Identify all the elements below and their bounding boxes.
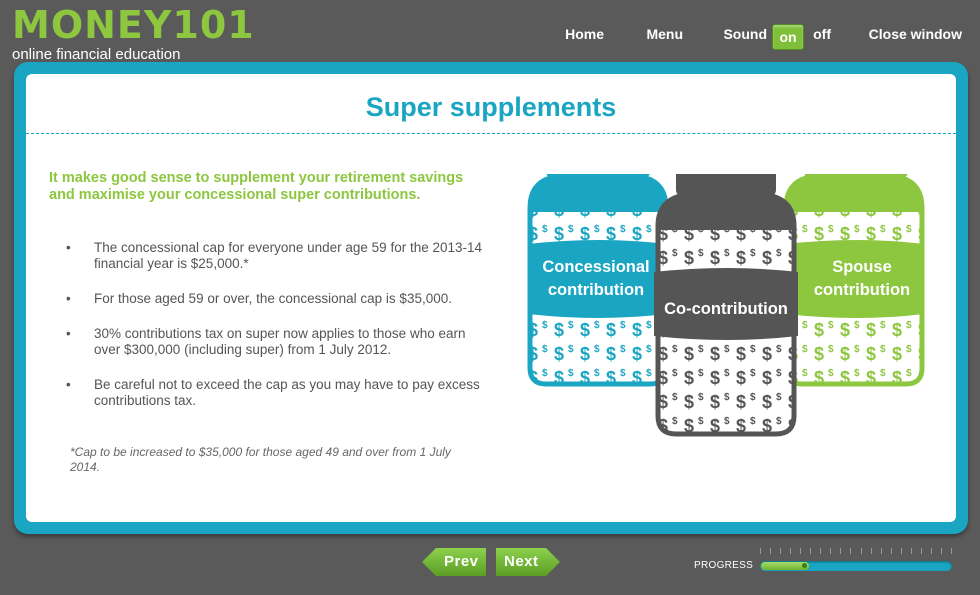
progress-tick — [861, 548, 862, 554]
jar-label-line1: Spouse — [832, 258, 892, 276]
list-item: • For those aged 59 or over, the concess… — [66, 291, 486, 307]
progress-label: PROGRESS — [694, 560, 754, 571]
progress-tick — [881, 548, 882, 554]
progress-tick — [850, 548, 851, 554]
next-button[interactable]: Next — [496, 548, 560, 576]
progress-knob — [802, 563, 807, 568]
list-item: • Be careful not to exceed the cap as yo… — [66, 377, 486, 409]
progress-tick — [790, 548, 791, 554]
list-item: • 30% contributions tax on super now app… — [66, 326, 486, 358]
bullet-text: The concessional cap for everyone under … — [94, 240, 483, 271]
progress-tick — [941, 548, 942, 554]
bullet-text: Be careful not to exceed the cap as you … — [94, 377, 480, 408]
progress-bar — [760, 561, 952, 571]
progress-tick — [820, 548, 821, 554]
bullet-text: For those aged 59 or over, the concessio… — [94, 291, 452, 306]
bullet-marker: • — [66, 240, 71, 255]
progress-tick — [951, 548, 952, 554]
money101-logo: MONEY101 online financial education — [12, 6, 255, 63]
progress-tick — [800, 548, 801, 554]
list-item: • The concessional cap for everyone unde… — [66, 240, 486, 272]
contribution-jars-illustration: $ $ $ $ $ $ Concessional contri — [527, 174, 925, 437]
content-frame: Super supplements It makes good sense to… — [14, 62, 968, 534]
jar-label-line2: contribution — [548, 281, 644, 299]
title-divider — [26, 133, 956, 134]
bullet-marker: • — [66, 291, 71, 306]
intro-text: It makes good sense to supplement your r… — [49, 170, 464, 203]
jar-label-line1: Co-contribution — [664, 300, 788, 318]
bullet-list: • The concessional cap for everyone unde… — [66, 240, 486, 428]
bullet-marker: • — [66, 326, 71, 341]
jar-label-line1: Concessional — [542, 258, 649, 276]
menu-link[interactable]: Menu — [646, 26, 683, 42]
progress-tick — [780, 548, 781, 554]
close-window-link[interactable]: Close window — [869, 26, 962, 42]
progress-tick — [810, 548, 811, 554]
sound-on-toggle[interactable]: on — [772, 24, 804, 50]
progress-tick — [901, 548, 902, 554]
bullet-marker: • — [66, 377, 71, 392]
co-contribution-jar: Co-contribution — [654, 174, 798, 437]
concessional-jar: Concessional contribution — [527, 174, 669, 387]
progress-tick — [871, 548, 872, 554]
progress-tick — [770, 548, 771, 554]
progress-tick — [921, 548, 922, 554]
content-panel: Super supplements It makes good sense to… — [26, 74, 956, 522]
sound-off-toggle[interactable]: off — [813, 26, 831, 42]
bullet-text: 30% contributions tax on super now appli… — [94, 326, 466, 357]
logo-tagline: online financial education — [12, 46, 181, 63]
footnote: *Cap to be increased to $35,000 for thos… — [70, 445, 451, 474]
progress-ticks — [760, 548, 952, 556]
progress-tick — [830, 548, 831, 554]
logo-wordmark: MONEY101 — [12, 3, 255, 47]
progress-tick — [891, 548, 892, 554]
progress-tick — [931, 548, 932, 554]
sound-label: Sound — [723, 26, 767, 42]
prev-button[interactable]: Prev — [422, 548, 486, 576]
progress-tick — [911, 548, 912, 554]
jar-label-line2: contribution — [814, 281, 910, 299]
page-title: Super supplements — [365, 92, 617, 122]
spouse-jar: Spouse contribution — [783, 174, 925, 387]
home-link[interactable]: Home — [565, 26, 604, 42]
progress-tick — [760, 548, 761, 554]
progress-tick — [840, 548, 841, 554]
